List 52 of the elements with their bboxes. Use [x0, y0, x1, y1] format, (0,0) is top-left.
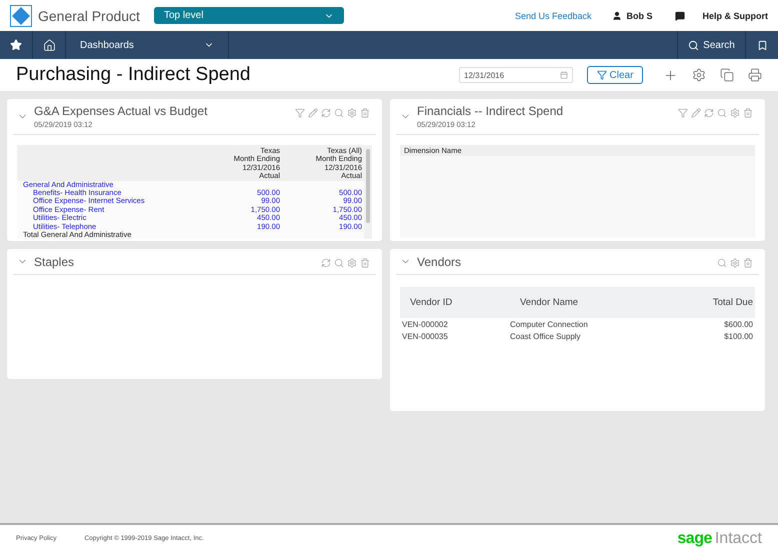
- table-cell-text: VEN-000035: [401, 331, 449, 342]
- refresh-icon[interactable]: [704, 108, 714, 118]
- user-icon: [612, 10, 622, 20]
- pencil-icon[interactable]: [308, 108, 318, 118]
- settings-icon[interactable]: [692, 68, 706, 82]
- app-name: General Product: [38, 8, 140, 24]
- column-header: Total Due: [712, 297, 754, 308]
- settings-icon[interactable]: [730, 258, 740, 268]
- chat-icon[interactable]: [674, 10, 684, 20]
- search-icon[interactable]: [717, 258, 727, 268]
- print-icon[interactable]: [748, 68, 762, 82]
- settings-icon[interactable]: [347, 108, 357, 118]
- settings-icon[interactable]: [730, 108, 740, 118]
- search-icon: [688, 40, 700, 50]
- table-cell-text: VEN-000002: [401, 319, 449, 330]
- trash-icon[interactable]: [360, 108, 370, 118]
- panel-title: G&A Expenses Actual vs Budget: [34, 104, 208, 118]
- help-link[interactable]: Help & Support: [702, 10, 768, 20]
- filter-icon: [596, 70, 607, 80]
- logo-brand: sage: [677, 530, 712, 548]
- search-icon[interactable]: [334, 258, 344, 268]
- column-header: Vendor Name: [519, 297, 580, 308]
- trash-icon[interactable]: [743, 258, 753, 268]
- search-icon[interactable]: [717, 108, 727, 118]
- entity-dropdown[interactable]: Top level: [154, 7, 344, 24]
- user-menu[interactable]: Bob S: [612, 10, 652, 20]
- logo-icon: [10, 4, 32, 26]
- pencil-icon[interactable]: [691, 108, 701, 118]
- trash-icon[interactable]: [743, 108, 753, 118]
- date-field[interactable]: 12/31/2016: [459, 67, 573, 83]
- column-header: Vendor ID: [409, 297, 454, 308]
- filter-icon[interactable]: [295, 108, 305, 118]
- table-cell-text: $100.00: [723, 331, 754, 342]
- trash-icon[interactable]: [360, 258, 370, 268]
- clear-filter-button[interactable]: Clear: [587, 66, 643, 84]
- table-cell-text: Coast Office Supply: [510, 331, 582, 342]
- table-cell-text: $600.00: [723, 319, 754, 330]
- logo-product: Intacct: [714, 530, 762, 548]
- table-cell-text: Computer Connection: [510, 319, 589, 330]
- filter-icon[interactable]: [678, 108, 688, 118]
- scrollbar[interactable]: [364, 145, 372, 240]
- refresh-icon[interactable]: [321, 108, 331, 118]
- page-title: Purchasing - Indirect Spend: [16, 64, 250, 86]
- refresh-icon[interactable]: [321, 258, 331, 268]
- panel-title: Staples: [34, 254, 76, 268]
- search-icon[interactable]: [334, 108, 344, 118]
- panel-title: Financials -- Indirect Spend: [417, 104, 564, 118]
- settings-icon[interactable]: [347, 258, 357, 268]
- panel-title: Vendors: [417, 254, 462, 268]
- calendar-icon: [560, 71, 568, 79]
- feedback-link[interactable]: Send Us Feedback: [514, 10, 592, 20]
- copy-icon[interactable]: [720, 68, 734, 82]
